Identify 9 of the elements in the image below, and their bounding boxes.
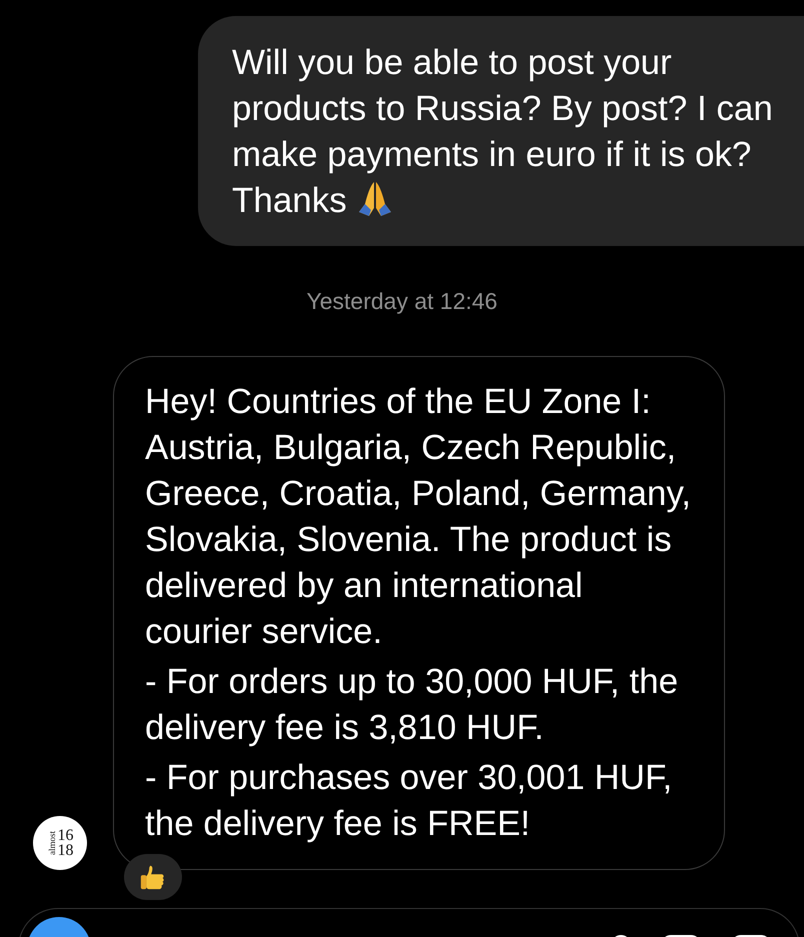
reaction-badge[interactable] — [124, 854, 182, 900]
message-paragraph: - For orders up to 30,000 HUF, the delivery fee is 3,810 HUF. — [145, 661, 680, 749]
sent-message: Will you be able to post your products to Russia? By post? I can make payments in euro if it is ok? Thanks — [198, 16, 804, 246]
message-timestamp: Yesterday at 12:46 — [306, 287, 498, 316]
message-paragraph: - For purchases over 30,001 HUF, the delivery fee is FREE! — [145, 757, 674, 845]
avatar-logo-text: almost — [46, 831, 56, 855]
avatar-logo-number: 18 — [58, 843, 74, 858]
avatar-logo-number: 16 — [58, 828, 74, 843]
message-paragraph: Hey! Countries of the EU Zone I: Austria, Bulgaria, Czech Republic, Greece, Croatia, Poland, Germany, Slovakia, Slovenia. The product is delivered by an international courier service. — [145, 381, 692, 653]
